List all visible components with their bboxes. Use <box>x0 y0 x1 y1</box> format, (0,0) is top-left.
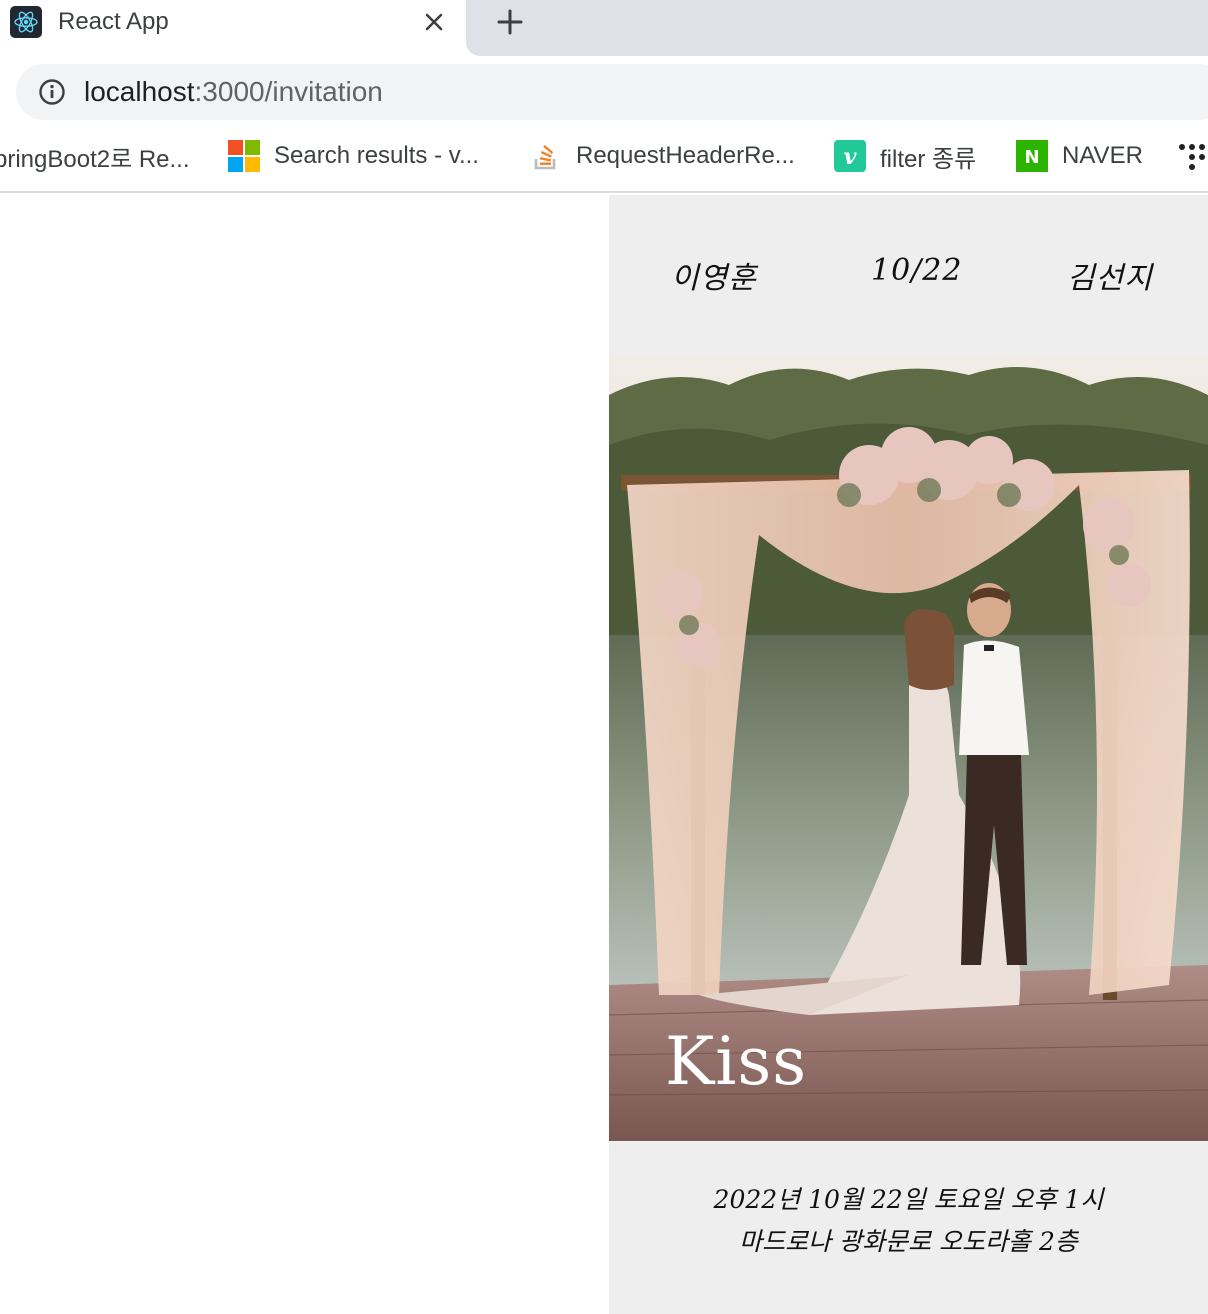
bookmark-search-results[interactable]: Search results - v... <box>228 138 479 174</box>
event-datetime: 2022년 10월 22일 토요일 오후 1시 <box>713 1185 1104 1214</box>
svg-text:v: v <box>844 144 857 170</box>
naver-icon: N <box>1016 140 1048 172</box>
groom-name: 이영훈 <box>671 261 757 296</box>
close-icon[interactable] <box>418 6 450 38</box>
url-path: :3000/invitation <box>194 76 383 107</box>
address-bar[interactable]: localhost:3000/invitation <box>16 64 1208 120</box>
bookmark-naver[interactable]: N NAVER <box>1016 138 1143 174</box>
bride-name: 김선지 <box>1067 261 1153 296</box>
bookmark-springboot[interactable]: pringBoot2로 Re... <box>0 138 190 174</box>
stackoverflow-icon <box>530 140 562 172</box>
event-venue: 마드로나 광화문로 오도라홀 2층 <box>739 1227 1078 1256</box>
bookmark-requestheader[interactable]: RequestHeaderRe... <box>530 138 795 174</box>
bookmark-label: NAVER <box>1062 142 1143 169</box>
bookmark-label: pringBoot2로 Re... <box>0 145 190 173</box>
tab-react-app[interactable]: React App <box>0 0 466 56</box>
page-content: 이영훈 10/22 김선지 Kiss 2022년 10월 22일 토요일 오후 … <box>0 195 1208 1314</box>
svg-text:N: N <box>1024 147 1039 168</box>
velog-icon: v <box>834 140 866 172</box>
microsoft-logo-icon <box>228 140 260 172</box>
tab-strip: React App <box>0 0 1208 56</box>
bookmark-label: Search results - v... <box>274 142 479 169</box>
bookmark-label: filter 종류 <box>880 145 977 173</box>
toolbar: localhost:3000/invitation <box>0 56 1208 126</box>
url-text[interactable]: localhost:3000/invitation <box>84 76 383 108</box>
info-icon[interactable] <box>38 78 66 106</box>
invitation-panel: 이영훈 10/22 김선지 Kiss 2022년 10월 22일 토요일 오후 … <box>609 195 1208 1314</box>
more-dots-icon[interactable] <box>1178 138 1206 174</box>
tab-strip-background <box>466 0 1208 56</box>
event-details: 2022년 10월 22일 토요일 오후 1시 마드로나 광화문로 오도라홀 2… <box>609 1179 1208 1263</box>
wedding-date-short: 10/22 <box>871 253 963 288</box>
bookmarks-bar: pringBoot2로 Re... Search results - v... … <box>0 126 1208 193</box>
photo-caption: Kiss <box>665 1023 808 1100</box>
tab-title: React App <box>58 8 169 35</box>
bookmark-filter[interactable]: v filter 종류 <box>834 138 976 174</box>
invitation-header: 이영훈 10/22 김선지 <box>609 243 1208 303</box>
bookmark-label: RequestHeaderRe... <box>576 142 795 169</box>
plus-icon[interactable] <box>492 4 528 40</box>
url-host: localhost <box>84 76 195 107</box>
react-logo-icon <box>10 6 42 38</box>
wedding-photo: Kiss <box>609 355 1208 1141</box>
